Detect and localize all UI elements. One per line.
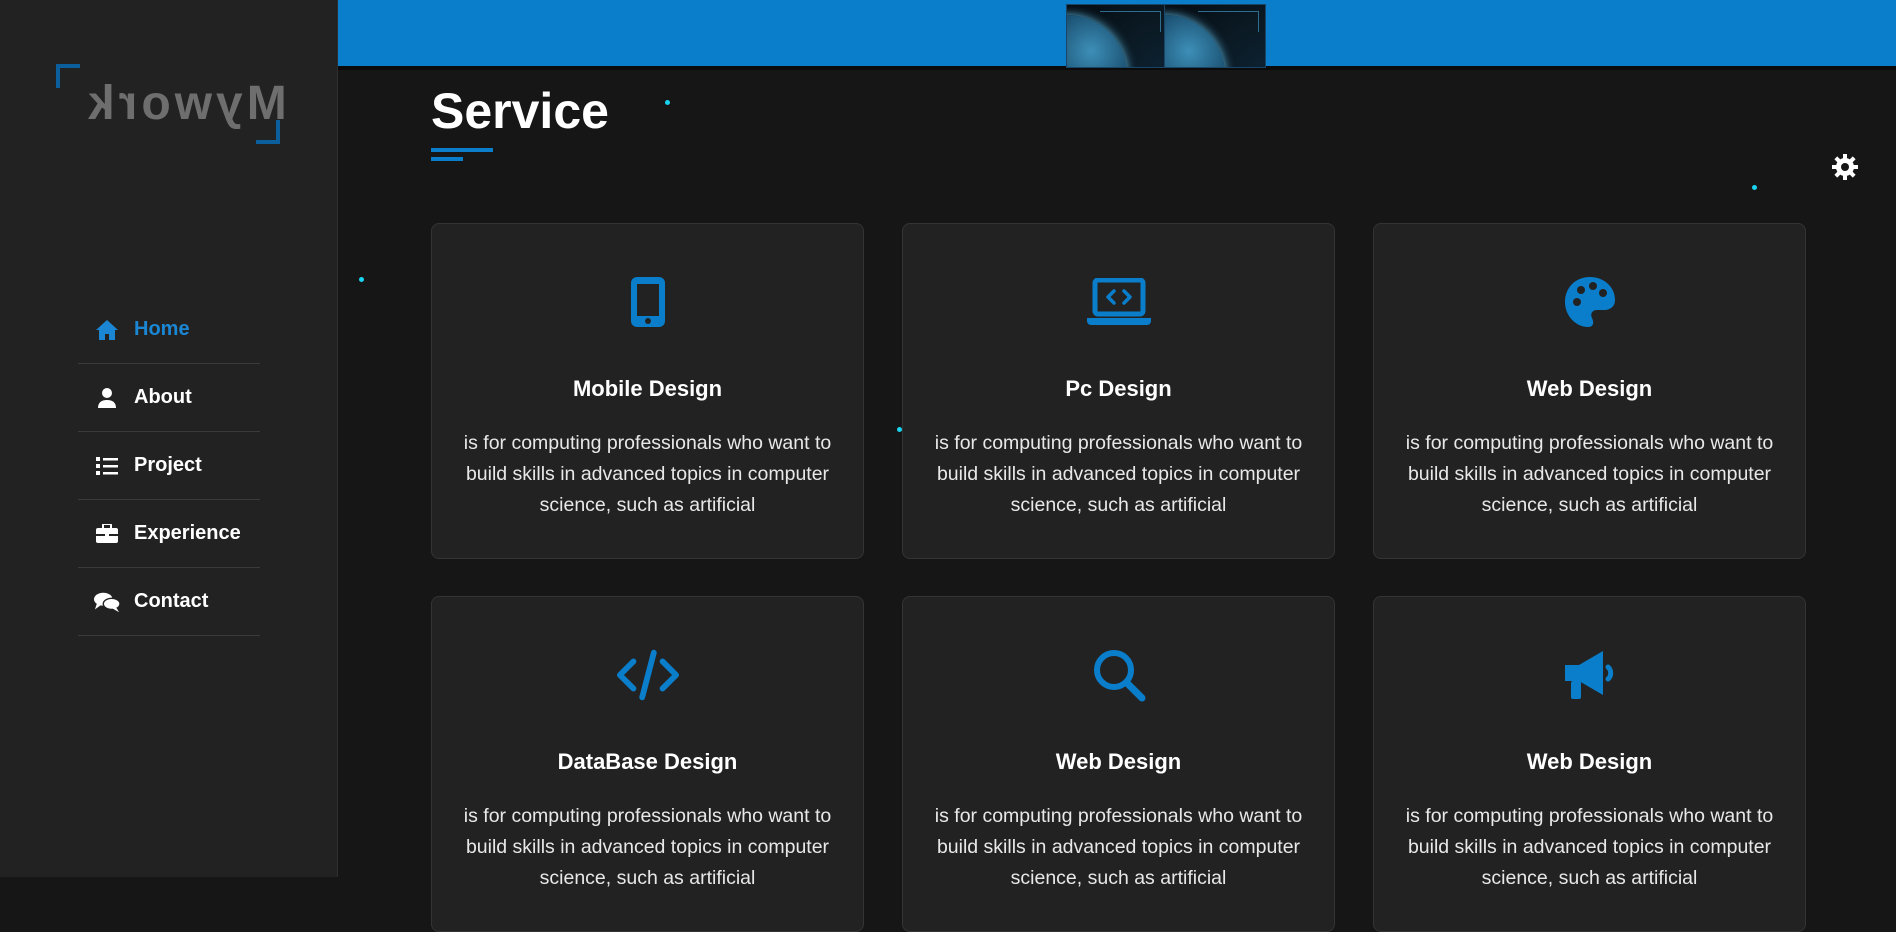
sidebar-nav: Home About Project Experience Contact: [78, 296, 260, 636]
card-description: is for computing professionals who want …: [934, 432, 1303, 516]
card-title: Web Design: [1526, 376, 1653, 401]
particle-dot: [665, 100, 670, 105]
briefcase-icon: [94, 521, 120, 547]
code-icon: [616, 643, 680, 707]
page-title: Service: [431, 83, 609, 139]
settings-button[interactable]: [1830, 152, 1860, 182]
nav-item-about[interactable]: About: [78, 364, 260, 432]
card-description: is for computing professionals who want …: [463, 805, 832, 889]
particle-dot: [359, 277, 364, 282]
top-banner: [338, 0, 1896, 70]
nav-item-experience[interactable]: Experience: [78, 500, 260, 568]
service-card[interactable]: Web Design is for computing professional…: [902, 596, 1335, 932]
palette-icon: [1558, 270, 1622, 334]
logo[interactable]: Mywork: [56, 64, 287, 144]
comments-icon: [94, 589, 120, 615]
main-content: Service Mobile Design is for computing p…: [338, 70, 1896, 932]
title-underline: [431, 148, 493, 152]
preview-thumbnail[interactable]: [1066, 4, 1168, 68]
card-title: Pc Design: [1065, 376, 1172, 401]
card-title: DataBase Design: [557, 749, 738, 774]
search-icon: [1087, 643, 1151, 707]
home-icon: [94, 317, 120, 343]
service-card[interactable]: Web Design is for computing professional…: [1373, 223, 1806, 559]
gear-icon: [1832, 154, 1858, 180]
service-card[interactable]: Mobile Design is for computing professio…: [431, 223, 864, 559]
user-icon: [94, 385, 120, 411]
title-underline-short: [431, 157, 463, 161]
nav-label-contact: Contact: [134, 590, 209, 612]
card-title: Web Design: [1526, 749, 1653, 774]
logo-corner-bottom-right: [256, 120, 280, 144]
particle-dot: [1752, 185, 1757, 190]
nav-label-experience: Experience: [134, 522, 241, 544]
service-card[interactable]: Pc Design is for computing professionals…: [902, 223, 1335, 559]
laptop-code-icon: [1086, 270, 1151, 334]
nav-label-project: Project: [134, 454, 202, 476]
nav-item-contact[interactable]: Contact: [78, 568, 260, 636]
nav-label-about: About: [134, 386, 192, 408]
megaphone-icon: [1558, 643, 1622, 707]
card-description: is for computing professionals who want …: [934, 805, 1303, 889]
preview-thumbnail[interactable]: [1164, 4, 1266, 68]
list-icon: [94, 453, 120, 479]
card-title: Web Design: [1055, 749, 1182, 774]
card-description: is for computing professionals who want …: [463, 432, 832, 516]
service-card[interactable]: DataBase Design is for computing profess…: [431, 596, 864, 932]
sidebar: Mywork Home About Project Experience Con…: [0, 0, 338, 877]
nav-label-home: Home: [134, 318, 190, 340]
nav-item-project[interactable]: Project: [78, 432, 260, 500]
nav-item-home[interactable]: Home: [78, 296, 260, 364]
mobile-icon: [616, 270, 680, 334]
logo-corner-top-left: [56, 64, 80, 88]
card-description: is for computing professionals who want …: [1405, 432, 1774, 516]
card-description: is for computing professionals who want …: [1405, 805, 1774, 889]
service-card[interactable]: Web Design is for computing professional…: [1373, 596, 1806, 932]
card-title: Mobile Design: [572, 376, 723, 401]
